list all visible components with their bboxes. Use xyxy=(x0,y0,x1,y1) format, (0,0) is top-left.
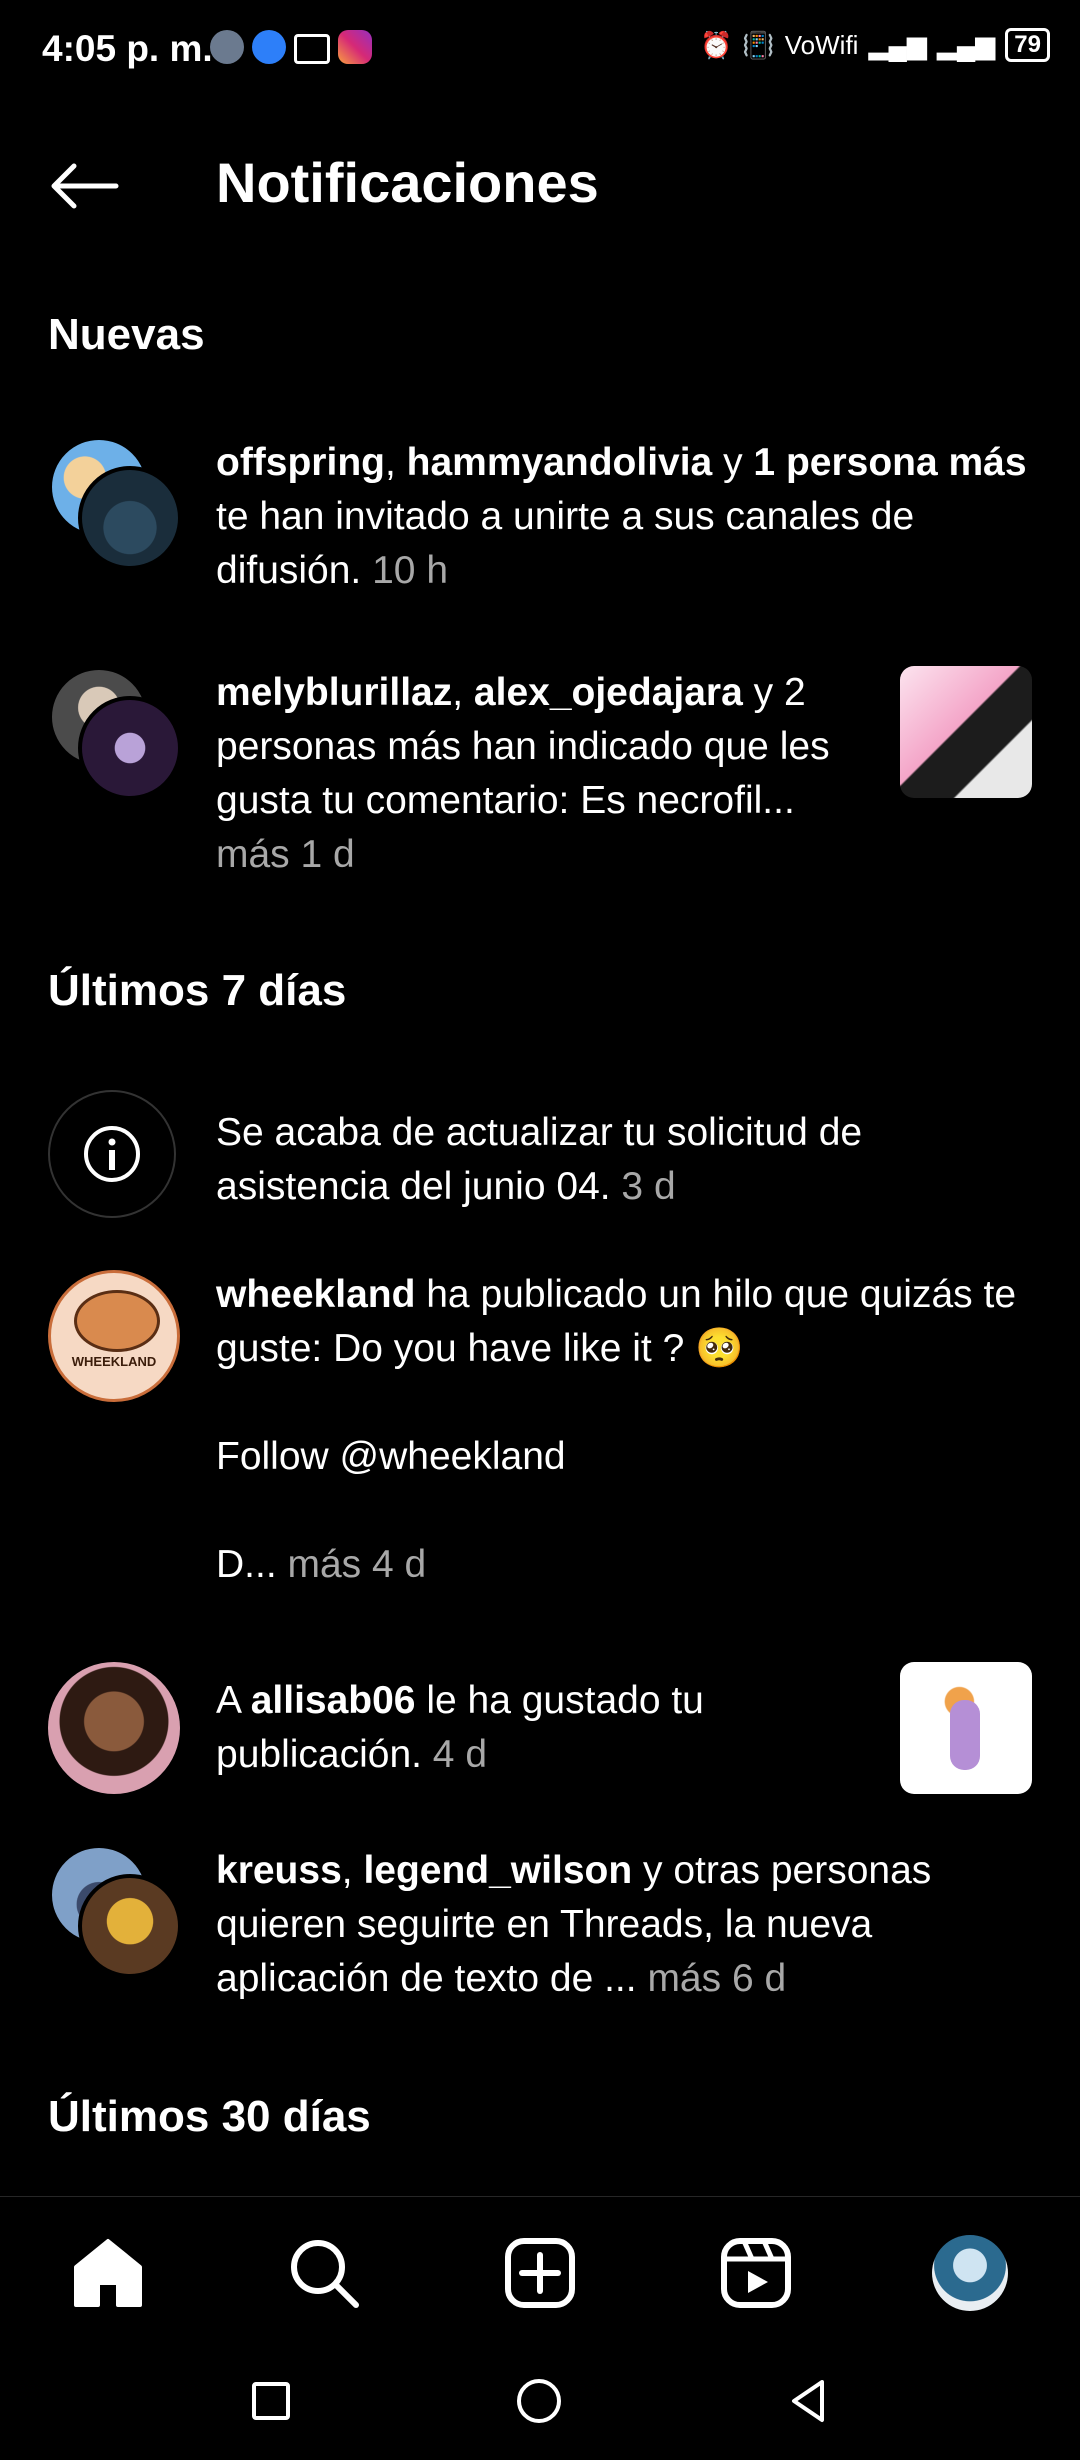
status-time: 4:05 p. m. xyxy=(42,28,213,69)
profile-avatar[interactable] xyxy=(932,2235,1008,2311)
home-icon[interactable] xyxy=(70,2235,146,2311)
section-last-30-days: Últimos 30 días xyxy=(48,2092,371,2141)
username[interactable]: melyblurillaz xyxy=(216,671,452,714)
username[interactable]: wheekland xyxy=(216,1273,415,1316)
timestamp: 10 h xyxy=(361,549,449,592)
prefix: A xyxy=(216,1679,251,1722)
page-title: Notificaciones xyxy=(216,151,599,214)
username[interactable]: legend_wilson xyxy=(363,1849,632,1892)
header: Notificaciones xyxy=(0,140,1080,230)
avatar-stack[interactable] xyxy=(48,436,182,570)
notification-text: melyblurillaz, alex_ojedajara y 2 person… xyxy=(216,666,866,882)
username[interactable]: alex_ojedajara xyxy=(474,671,743,714)
separator: , xyxy=(341,1849,364,1892)
more-link[interactable]: más xyxy=(216,833,290,876)
separator: y xyxy=(712,441,754,484)
wifi-calling-label: VoWifi xyxy=(784,29,859,60)
notification-text: kreuss, legend_wilson y otras personas q… xyxy=(216,1844,1036,2006)
battery-icon: 79 xyxy=(1005,28,1050,62)
separator: , xyxy=(384,441,407,484)
info-icon xyxy=(84,1126,140,1182)
notification-text: Se acaba de actualizar tu solicitud de a… xyxy=(216,1106,1036,1214)
avatar[interactable] xyxy=(48,1662,180,1794)
separator: , xyxy=(452,671,474,714)
instagram-icon xyxy=(338,30,372,64)
info-avatar xyxy=(48,1090,180,1222)
status-left-icons xyxy=(210,30,372,64)
avatar-label: WHEEKLAND xyxy=(71,1354,157,1369)
recent-apps-icon[interactable] xyxy=(246,2376,296,2426)
messenger-icon xyxy=(252,30,286,64)
others-count: 1 persona más xyxy=(753,441,1027,484)
post-thumbnail[interactable] xyxy=(900,666,1032,798)
notification-text: A allisab06 le ha gustado tu publicación… xyxy=(216,1674,866,1782)
notification-text: offspring, hammyandolivia y 1 persona má… xyxy=(216,436,1036,598)
create-post-icon[interactable] xyxy=(502,2235,578,2311)
username[interactable]: kreuss xyxy=(216,1849,342,1892)
notification-text: wheekland ha publicado un hilo que quizá… xyxy=(216,1268,1036,1592)
vibrate-icon: 📳 xyxy=(742,29,775,60)
avatar xyxy=(78,696,182,800)
avatar[interactable]: WHEEKLAND xyxy=(48,1270,180,1402)
status-bar: 4:05 p. m. ⏰ 📳 VoWifi ▂▄▆ ▂▄▆ 79 xyxy=(0,0,1080,100)
back-button-icon[interactable] xyxy=(784,2376,834,2426)
more-link[interactable]: más xyxy=(277,1543,362,1586)
reels-icon[interactable] xyxy=(718,2235,794,2311)
section-new: Nuevas xyxy=(48,310,205,359)
gmail-icon xyxy=(294,34,330,64)
more-link[interactable]: más xyxy=(637,1957,721,2000)
search-icon[interactable] xyxy=(286,2235,362,2311)
timestamp: 4 d xyxy=(361,1543,427,1586)
avatar xyxy=(78,1874,182,1978)
back-arrow-icon[interactable] xyxy=(48,162,120,210)
notification-body: Se acaba de actualizar tu solicitud de a… xyxy=(216,1111,863,1208)
timestamp: 6 d xyxy=(721,1957,787,2000)
username[interactable]: hammyandolivia xyxy=(407,441,713,484)
timestamp: 3 d xyxy=(610,1165,676,1208)
signal-icon: ▂▄▆ xyxy=(936,29,996,60)
avatar-stack[interactable] xyxy=(48,666,182,800)
app-notification-icon xyxy=(210,30,244,64)
timestamp: 1 d xyxy=(289,833,355,876)
notification-body: te han invitado a unirte a sus canales d… xyxy=(216,495,915,592)
home-button-icon[interactable] xyxy=(514,2376,564,2426)
bottom-nav-bar xyxy=(0,2196,1080,2347)
avatar-stack[interactable] xyxy=(48,1844,182,1978)
avatar xyxy=(78,466,182,570)
signal-icon: ▂▄▆ xyxy=(868,29,927,60)
alarm-icon: ⏰ xyxy=(700,29,733,60)
username[interactable]: allisab06 xyxy=(251,1679,416,1722)
section-last-7-days: Últimos 7 días xyxy=(48,966,347,1015)
post-thumbnail[interactable] xyxy=(900,1662,1032,1794)
notification-line: Follow @wheekland xyxy=(216,1435,566,1478)
username[interactable]: offspring xyxy=(216,441,385,484)
system-nav-bar xyxy=(0,2346,1080,2460)
timestamp: 4 d xyxy=(421,1733,488,1776)
status-right-icons: ⏰ 📳 VoWifi ▂▄▆ ▂▄▆ 79 xyxy=(700,28,1050,62)
notification-line: D... xyxy=(216,1543,277,1586)
